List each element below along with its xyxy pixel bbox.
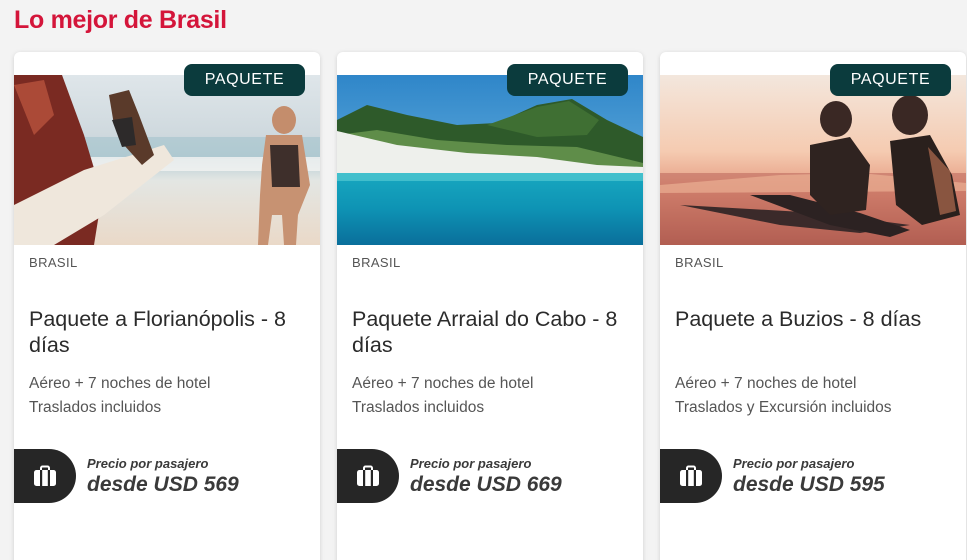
card-image[interactable] <box>660 75 966 245</box>
package-badge: PAQUETE <box>507 64 628 96</box>
price-label: Precio por pasajero <box>410 456 532 471</box>
package-card-buzios[interactable]: PAQUETE BRASIL Paquete a Buzios - 8 días… <box>660 52 966 560</box>
price-label: Precio por pasajero <box>87 456 209 471</box>
package-badge: PAQUETE <box>830 64 951 96</box>
section-title: Lo mejor de Brasil <box>14 6 227 34</box>
price-label: Precio por pasajero <box>733 456 855 471</box>
price-value: desde USD 669 <box>410 473 562 496</box>
card-detail-flight-hotel: Aéreo + 7 noches de hotel <box>675 375 857 392</box>
package-card-florianopolis[interactable]: PAQUETE BRASIL Paquete a Florianópolis -… <box>14 52 320 560</box>
card-detail-transfers: Traslados incluidos <box>352 399 485 416</box>
card-detail-transfers: Traslados incluidos <box>29 399 162 416</box>
card-detail-transfers-excursion: Traslados y Excursión incluidos <box>675 399 892 416</box>
card-country: BRASIL <box>352 255 401 270</box>
price-value: desde USD 569 <box>87 473 239 496</box>
card-country: BRASIL <box>29 255 78 270</box>
suitcase-icon <box>660 449 722 503</box>
price-value: desde USD 595 <box>733 473 885 496</box>
suitcase-icon <box>14 449 76 503</box>
package-card-arraial-do-cabo[interactable]: PAQUETE BRASIL Paquete Arraial do Cabo -… <box>337 52 643 560</box>
card-image[interactable] <box>337 75 643 245</box>
card-country: BRASIL <box>675 255 724 270</box>
card-image[interactable] <box>14 75 320 245</box>
package-badge: PAQUETE <box>184 64 305 96</box>
suitcase-icon <box>337 449 399 503</box>
card-title[interactable]: Paquete a Florianópolis - 8 días <box>29 306 311 358</box>
card-title[interactable]: Paquete Arraial do Cabo - 8 días <box>352 306 634 358</box>
card-detail-flight-hotel: Aéreo + 7 noches de hotel <box>29 375 211 392</box>
card-detail-flight-hotel: Aéreo + 7 noches de hotel <box>352 375 534 392</box>
card-title[interactable]: Paquete a Buzios - 8 días <box>675 306 957 332</box>
